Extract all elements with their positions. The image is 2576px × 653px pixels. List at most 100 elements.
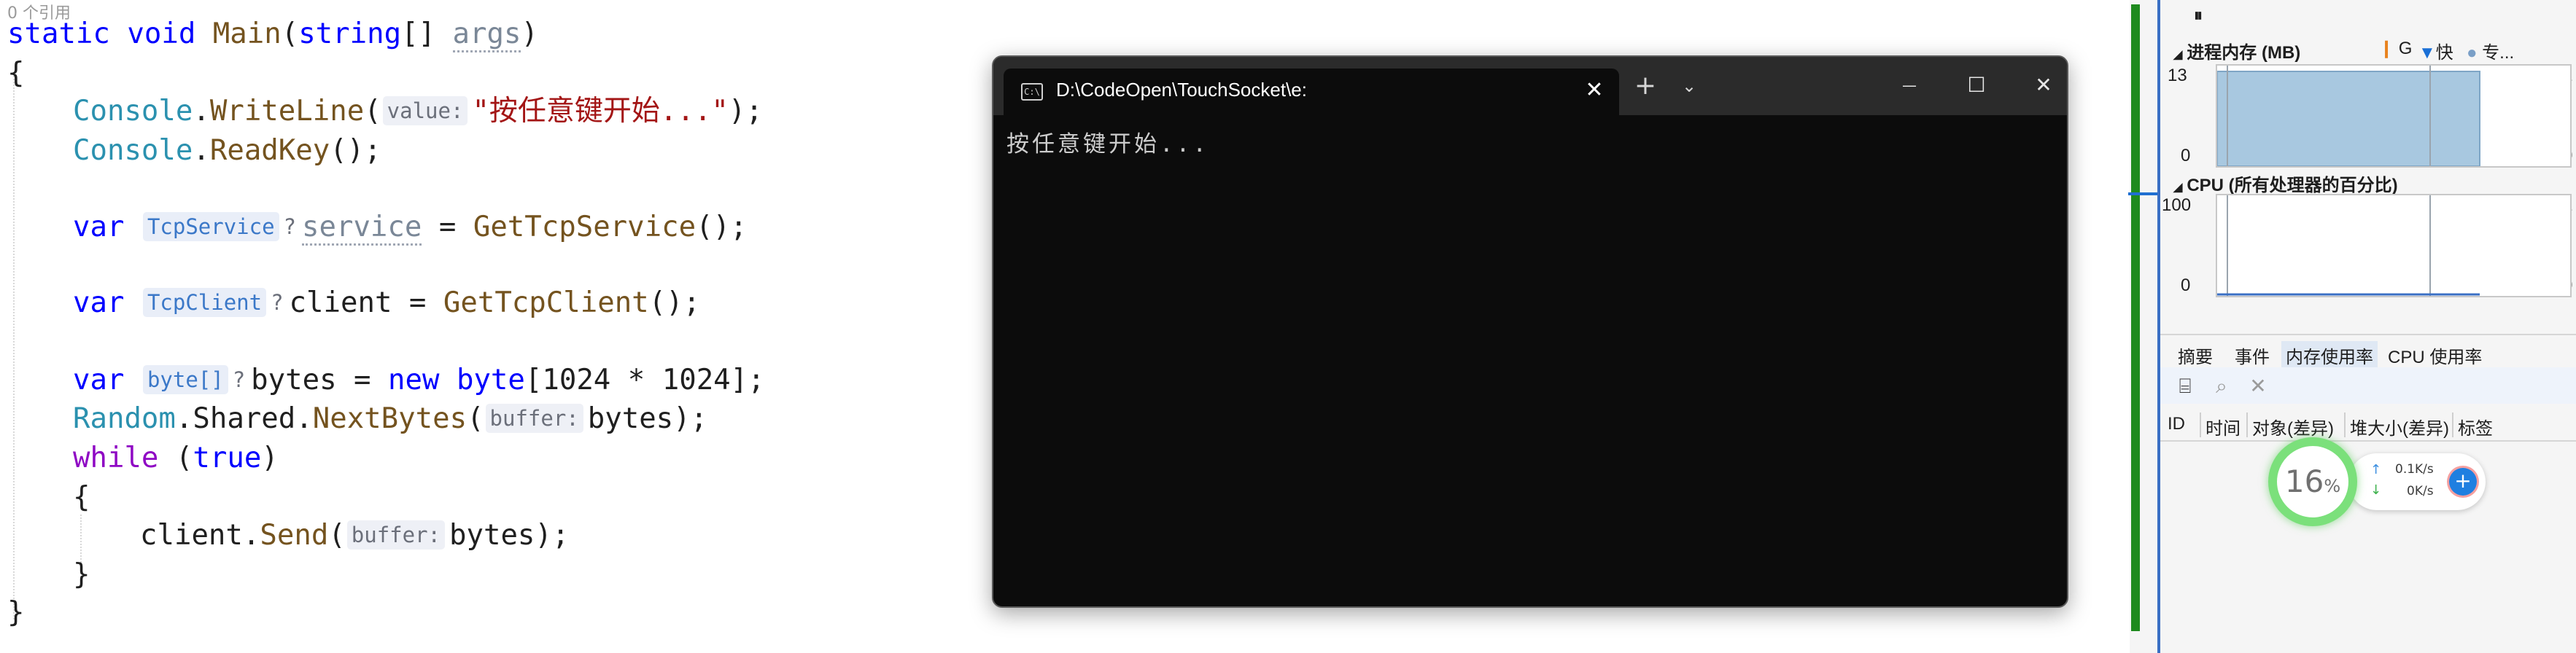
type-inlay-hint: TcpService <box>142 212 279 241</box>
diagnostic-tools-panel: ⏸ ◢进程内存 (MB) ❙ G ▼快 ● 专... 13 0 1 0 ◢CPU… <box>2160 0 2576 653</box>
punctuation: ); <box>728 95 763 128</box>
operator: = <box>336 364 389 396</box>
mem-axis-max: 13 <box>2168 66 2187 85</box>
type-name: Console <box>73 134 193 167</box>
take-snapshot-camera-icon[interactable]: ⌸ <box>2170 373 2200 399</box>
punctuation: . <box>193 134 210 167</box>
memory-toolbar: ⌸ ⌕ ✕ <box>2160 367 2576 404</box>
close-window-button[interactable]: ✕ <box>2022 67 2065 103</box>
memory-usage-area <box>2216 71 2480 167</box>
keyword: void <box>127 17 196 50</box>
boost-plus-button[interactable]: + <box>2449 468 2477 496</box>
code-line-1: static void Main(string[] args) <box>7 15 538 54</box>
keyword: string <box>298 17 402 50</box>
tab-dropdown-button[interactable]: ⌄ <box>1675 71 1704 101</box>
code-line-5: var TcpService? service = GetTcpService()… <box>73 207 748 247</box>
legend-gc-label: G <box>2398 39 2413 58</box>
nullable-hint: ? <box>283 214 297 239</box>
variable-name: bytes <box>251 364 337 396</box>
memory-chart[interactable] <box>2216 64 2572 168</box>
column-objects-diff[interactable]: 对象(差异) <box>2252 414 2334 439</box>
memory-chart-svg <box>2216 66 2480 167</box>
argument: bytes <box>587 402 674 435</box>
legend-private: ● 专... <box>2467 38 2514 63</box>
keyword: var <box>73 211 125 243</box>
keyword: new <box>388 364 440 396</box>
parameter-name: args <box>452 17 521 52</box>
method-name: ReadKey <box>209 134 330 167</box>
tab-events[interactable]: 事件 <box>2230 341 2274 369</box>
column-id[interactable]: ID <box>2168 414 2185 434</box>
cpu-axis-max: 100 <box>2162 195 2192 215</box>
view-heap-search-icon[interactable]: ⌕ <box>2207 373 2236 399</box>
private-bytes-marker-icon: ● <box>2467 43 2478 63</box>
code-line-12: } <box>73 558 90 591</box>
memory-usage-ring[interactable]: 16% <box>2268 437 2357 526</box>
column-heap-size-diff[interactable]: 堆大小(差异) <box>2350 414 2449 439</box>
column-separator <box>2344 412 2346 437</box>
punctuation: ); <box>673 402 708 435</box>
code-line-4: Console.ReadKey(); <box>73 131 381 171</box>
console-icon: C:\ <box>1021 83 1043 101</box>
close-tab-icon[interactable]: ✕ <box>1580 76 1609 105</box>
cpu-axis-min: 0 <box>2181 275 2191 295</box>
code-line-11: client.Send(buffer: bytes); <box>140 516 569 555</box>
speed-pill: ↑ 0.1K/s ↓ 0K/s + <box>2348 453 2486 510</box>
string-literal: "按任意键开始..." <box>472 95 729 128</box>
legend-private-label: 专... <box>2482 43 2515 63</box>
member-access: .Shared. <box>175 402 313 435</box>
keyword: byte <box>456 364 525 396</box>
punctuation: ( <box>158 442 193 474</box>
collapse-triangle-icon: ◢ <box>2173 181 2183 194</box>
argument: bytes <box>449 519 535 552</box>
code-line-3: Console.WriteLine(value: "按任意键开始..."); <box>73 92 763 131</box>
terminal-titlebar[interactable]: C:\ D:\CodeOpen\TouchSocket\e: ✕ + ⌄ — ☐… <box>993 57 2067 115</box>
change-indicator-bar <box>2131 4 2140 631</box>
collapse-triangle-icon: ◢ <box>2173 49 2183 61</box>
type-name: Console <box>73 95 193 128</box>
column-tag[interactable]: 标签 <box>2458 414 2493 439</box>
memory-section-title[interactable]: ◢ 进程内存 (MB) <box>2173 38 2300 63</box>
nullable-hint: ? <box>232 367 246 392</box>
column-separator <box>2246 412 2248 437</box>
punctuation: ) <box>521 17 538 50</box>
punctuation: ( <box>467 402 484 435</box>
method-name: WriteLine <box>209 95 365 128</box>
legend-snapshot-label: 快 <box>2435 43 2453 63</box>
operator: = <box>422 211 473 243</box>
maximize-button[interactable]: ☐ <box>1955 67 1998 103</box>
diagnostic-tabs: 摘要 事件 内存使用率 CPU 使用率 <box>2160 334 2576 369</box>
punctuation: (); <box>648 286 701 319</box>
delete-snapshot-icon[interactable]: ✕ <box>2243 373 2273 399</box>
column-separator <box>2200 412 2201 437</box>
variable-name: client <box>289 286 392 319</box>
tab-summary[interactable]: 摘要 <box>2173 341 2217 369</box>
cpu-title-text: CPU (所有处理器的百分比) <box>2187 176 2398 195</box>
keyword: true <box>193 442 262 474</box>
punctuation: ); <box>535 519 570 552</box>
keyword: var <box>73 364 125 396</box>
column-time[interactable]: 时间 <box>2205 414 2241 439</box>
legend-snapshot: ▼快 <box>2418 38 2453 63</box>
type-inlay-hint: TcpClient <box>142 288 267 317</box>
variable-name: service <box>302 211 422 246</box>
control-keyword: while <box>73 442 159 474</box>
tab-memory-usage[interactable]: 内存使用率 <box>2281 341 2378 369</box>
cpu-chart[interactable] <box>2216 194 2572 297</box>
legend-gc: ❙ G <box>2379 38 2412 59</box>
punctuation: ( <box>281 17 299 50</box>
pause-icon[interactable]: ⏸ <box>2194 6 2203 26</box>
keyword: var <box>73 286 125 319</box>
mem-axis-min: 0 <box>2181 146 2191 165</box>
cpu-section-title[interactable]: ◢ CPU (所有处理器的百分比) <box>2173 171 2398 196</box>
method-name: NextBytes <box>312 402 468 435</box>
tab-actions: + ⌄ <box>1250 57 1696 115</box>
terminal-window[interactable]: C:\ D:\CodeOpen\TouchSocket\e: ✕ + ⌄ — ☐… <box>992 55 2068 608</box>
network-speed-widget[interactable]: ↑ 0.1K/s ↓ 0K/s + 16% <box>2268 437 2486 526</box>
tab-cpu-usage[interactable]: CPU 使用率 <box>2383 341 2486 369</box>
usage-percent: 16% <box>2277 446 2348 517</box>
minimize-button[interactable]: — <box>1888 67 1931 103</box>
new-tab-button[interactable]: + <box>1631 71 1660 101</box>
upload-speed: 0.1K/s <box>2395 462 2434 477</box>
parameter-inlay-hint: buffer: <box>346 520 445 550</box>
